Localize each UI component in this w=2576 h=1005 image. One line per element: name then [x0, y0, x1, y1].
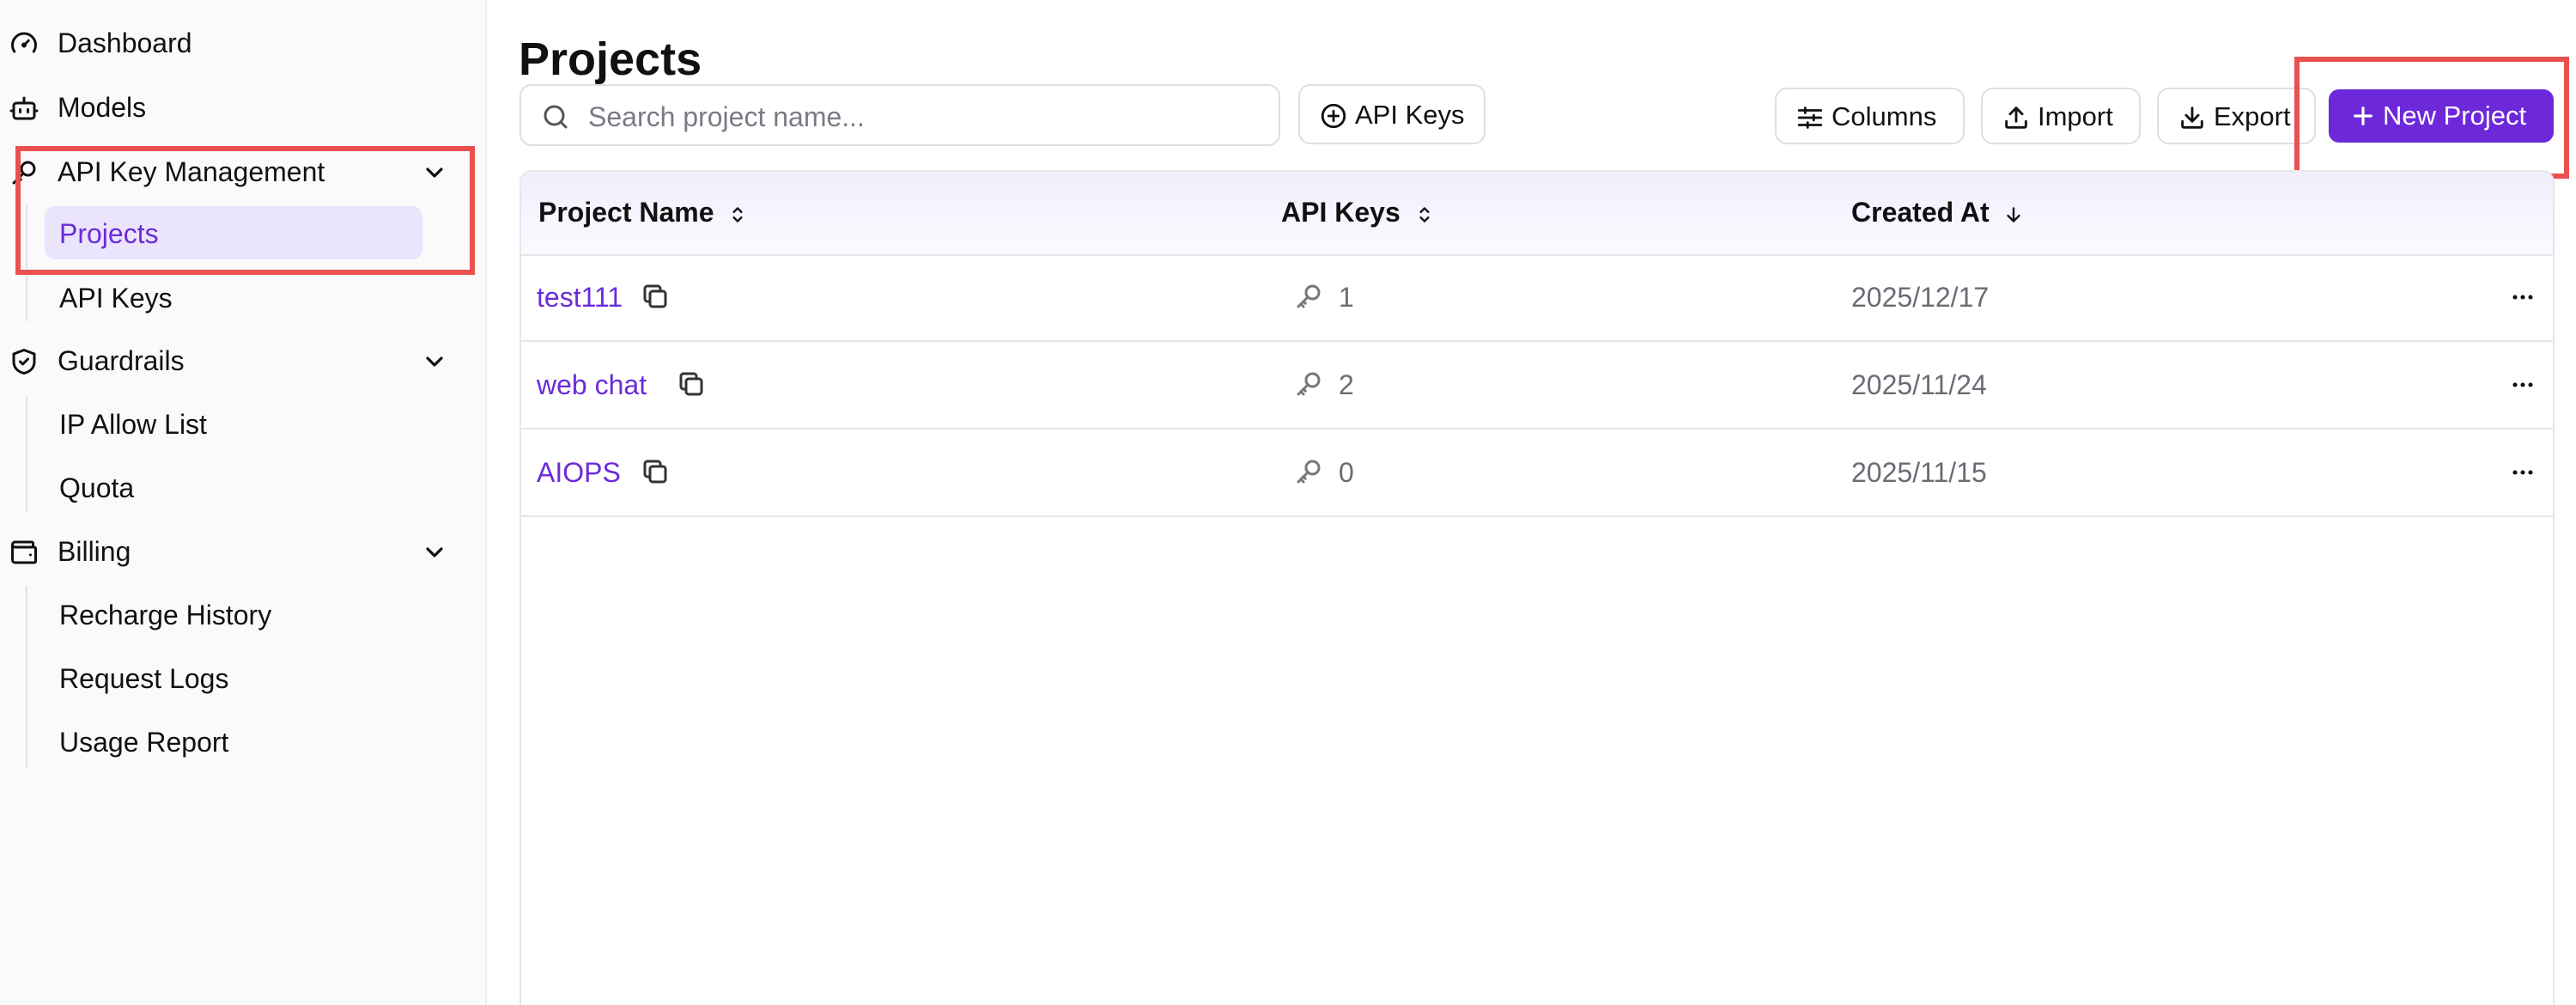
- sidebar-item-recharge-history[interactable]: Recharge History: [45, 588, 422, 641]
- sidebar-item-label: Billing: [58, 536, 131, 567]
- sidebar-item-billing[interactable]: Billing: [0, 521, 481, 582]
- sidebar-item-usage-report[interactable]: Usage Report: [45, 715, 422, 768]
- key-icon: [1297, 460, 1321, 484]
- robot-icon: [9, 96, 39, 120]
- sidebar-item-label: Models: [58, 92, 147, 123]
- sidebar-item-label: Request Logs: [59, 663, 229, 694]
- api-key-count: 1: [1339, 282, 1354, 313]
- sidebar-item-models[interactable]: Models: [0, 77, 481, 137]
- more-horizontal-icon[interactable]: [2507, 369, 2538, 400]
- plus-icon: [2354, 107, 2372, 125]
- column-header-api-keys[interactable]: API Keys: [1281, 197, 1436, 228]
- more-horizontal-icon[interactable]: [2507, 457, 2538, 488]
- sidebar-item-label: Dashboard: [58, 27, 192, 58]
- sliders-icon: [1797, 107, 1823, 129]
- download-icon: [2181, 107, 2203, 129]
- search-box[interactable]: [519, 84, 1280, 146]
- page-title: Projects: [519, 34, 702, 86]
- table-row: test111 1 2025/12/17: [521, 254, 2553, 342]
- api-key-count: 0: [1339, 457, 1354, 488]
- sidebar-item-label: Usage Report: [59, 727, 229, 758]
- sidebar-item-label: Recharge History: [59, 600, 272, 630]
- key-icon: [12, 161, 36, 185]
- sidebar-item-ip-allow-list[interactable]: IP Allow List: [45, 397, 422, 450]
- column-header-label: Project Name: [538, 197, 714, 228]
- project-name-link[interactable]: web chat: [537, 369, 647, 400]
- api-keys-button-label: API Keys: [1355, 100, 1465, 130]
- created-at-date: 2025/12/17: [1851, 282, 1990, 313]
- copy-icon[interactable]: [640, 281, 671, 312]
- import-button-label: Import: [2038, 101, 2113, 131]
- sidebar-item-api-key-management[interactable]: API Key Management: [0, 142, 481, 202]
- project-name-link[interactable]: test111: [537, 282, 623, 313]
- projects-table: Project Name API Keys Created At test111…: [519, 170, 2555, 1005]
- plus-circle-icon: [1321, 103, 1346, 129]
- shield-check-icon: [12, 349, 36, 375]
- app-root: Dashboard Models API Key Management Proj…: [0, 0, 2576, 1005]
- search-icon: [544, 105, 568, 129]
- wallet-icon: [11, 540, 37, 564]
- sidebar-item-label: Quota: [59, 472, 135, 503]
- chevron-down-icon[interactable]: [421, 348, 448, 375]
- sidebar-item-guardrails[interactable]: Guardrails: [0, 331, 481, 391]
- sidebar-item-label: Projects: [59, 218, 159, 249]
- export-button[interactable]: Export: [2157, 88, 2316, 144]
- submenu-rail: [26, 204, 27, 321]
- columns-button[interactable]: Columns: [1775, 88, 1965, 144]
- api-keys-button[interactable]: API Keys: [1298, 84, 1485, 144]
- column-header-label: Created At: [1851, 197, 1990, 228]
- sidebar-item-label: IP Allow List: [59, 409, 207, 440]
- new-project-button-label: New Project: [2383, 100, 2527, 131]
- copy-icon[interactable]: [640, 456, 671, 487]
- sidebar-item-request-logs[interactable]: Request Logs: [45, 651, 422, 704]
- upload-icon: [2005, 107, 2027, 129]
- table-row: AIOPS 0 2025/11/15: [521, 429, 2553, 517]
- sidebar-item-label: API Key Management: [58, 156, 325, 187]
- arrow-down-icon: [2006, 206, 2020, 222]
- more-horizontal-icon[interactable]: [2507, 282, 2538, 313]
- created-at-date: 2025/11/15: [1851, 457, 1987, 488]
- submenu-rail: [26, 586, 27, 768]
- created-at-date: 2025/11/24: [1851, 369, 1987, 400]
- sort-icon: [1419, 206, 1430, 222]
- sidebar-item-label: Guardrails: [58, 345, 185, 376]
- sidebar-item-label: API Keys: [59, 283, 173, 314]
- export-button-label: Export: [2214, 101, 2291, 131]
- chevron-down-icon[interactable]: [421, 539, 448, 566]
- column-header-label: API Keys: [1281, 197, 1400, 228]
- submenu-rail: [26, 395, 27, 512]
- chevron-down-icon[interactable]: [421, 159, 448, 186]
- sidebar: Dashboard Models API Key Management Proj…: [0, 0, 487, 1005]
- sidebar-item-api-keys[interactable]: API Keys: [45, 271, 422, 324]
- sort-icon: [732, 206, 743, 222]
- key-icon: [1297, 284, 1321, 308]
- search-input[interactable]: [586, 96, 1260, 137]
- api-key-count: 2: [1339, 369, 1354, 400]
- new-project-button[interactable]: New Project: [2329, 89, 2554, 143]
- table-header: Project Name API Keys Created At: [521, 172, 2553, 256]
- column-header-created-at[interactable]: Created At: [1851, 197, 2025, 228]
- project-name-link[interactable]: AIOPS: [537, 457, 621, 488]
- sidebar-item-dashboard[interactable]: Dashboard: [0, 13, 481, 73]
- gauge-icon: [11, 32, 37, 53]
- copy-icon[interactable]: [676, 368, 707, 399]
- key-icon: [1297, 372, 1321, 396]
- sidebar-item-quota[interactable]: Quota: [45, 460, 422, 514]
- column-header-project-name[interactable]: Project Name: [538, 197, 749, 228]
- columns-button-label: Columns: [1832, 101, 1937, 131]
- table-row: web chat 2 2025/11/24: [521, 342, 2553, 429]
- import-button[interactable]: Import: [1981, 88, 2141, 144]
- sidebar-item-projects[interactable]: Projects: [45, 206, 422, 259]
